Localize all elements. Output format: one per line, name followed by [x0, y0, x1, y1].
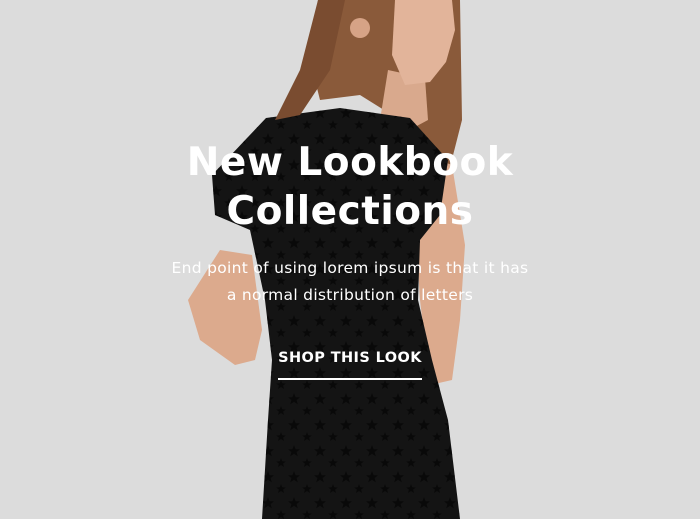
hero-description: End point of using lorem ipsum is that i… — [0, 255, 700, 309]
hero-description-line-1: End point of using lorem ipsum is that i… — [171, 259, 529, 277]
hero-title-line-2: Collections — [226, 189, 474, 234]
shop-this-look-button[interactable]: SHOP THIS LOOK — [278, 346, 422, 380]
hero-title-line-1: New Lookbook — [186, 140, 514, 185]
hero-description-line-2: a normal distribution of letters — [226, 286, 474, 304]
hero-title: New Lookbook Collections — [0, 138, 700, 236]
hero-content: New Lookbook Collections End point of us… — [0, 0, 700, 519]
